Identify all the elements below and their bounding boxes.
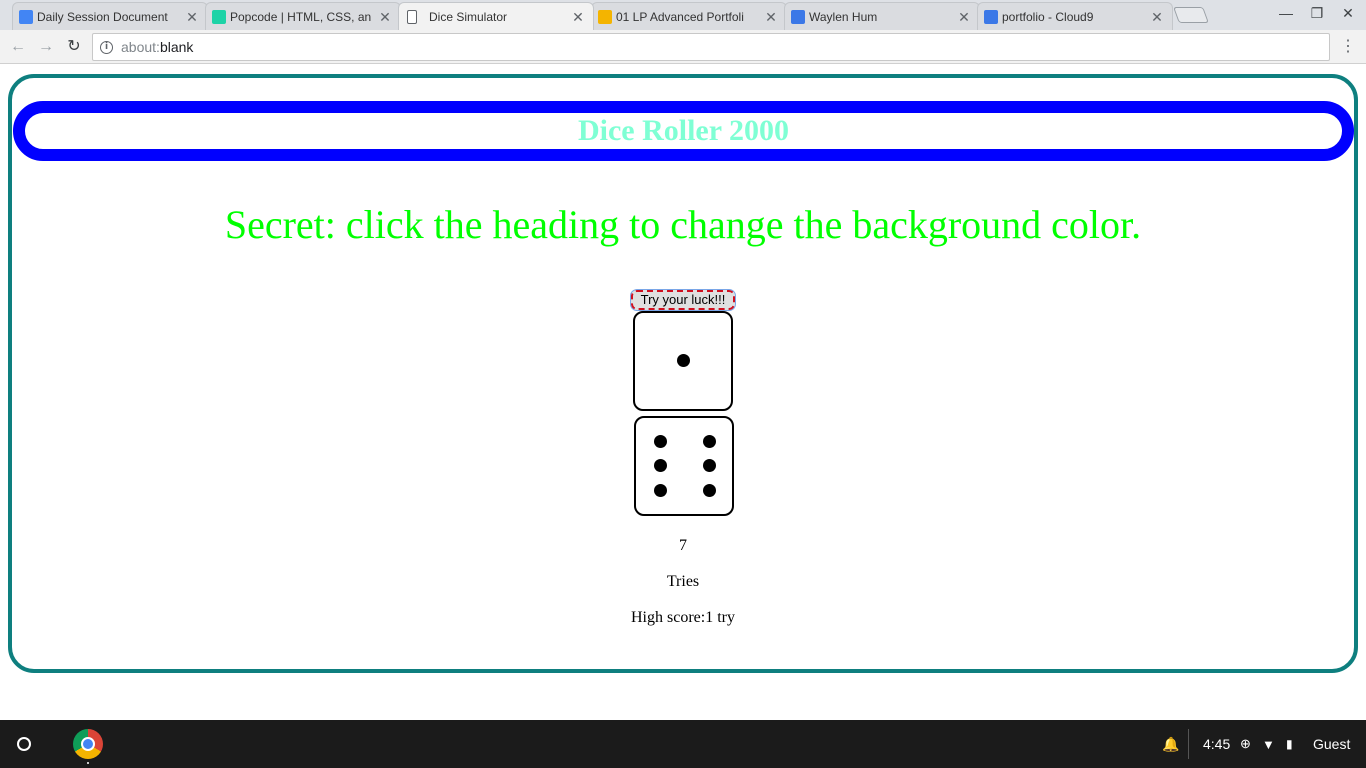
tab-title: portfolio - Cloud9 xyxy=(1002,9,1094,24)
tab-lp-advanced-portfolio[interactable]: 01 LP Advanced Portfoli ✕ xyxy=(591,2,787,30)
user-name[interactable]: Guest xyxy=(1313,720,1350,768)
secret-text: Secret: click the heading to change the … xyxy=(224,202,1142,247)
restore-icon[interactable]: ❐ xyxy=(1307,5,1327,22)
close-icon[interactable]: ✕ xyxy=(571,10,585,24)
die-pip xyxy=(703,435,716,448)
heading-bar[interactable]: Dice Roller 2000 xyxy=(13,101,1354,161)
chrome-icon[interactable] xyxy=(73,729,103,759)
clock[interactable]: 4:45 xyxy=(1203,720,1230,768)
page-icon xyxy=(407,10,417,24)
tab-title: Dice Simulator xyxy=(429,9,508,24)
close-icon[interactable]: ✕ xyxy=(378,10,392,24)
notification-icon[interactable]: 🔔 xyxy=(1162,720,1179,768)
tries-label: Tries xyxy=(666,573,700,590)
docs-icon xyxy=(19,10,33,24)
tab-dice-simulator[interactable]: Dice Simulator ✕ xyxy=(398,2,594,30)
address-bar[interactable]: i about: blank xyxy=(92,33,1330,61)
tab-popcode[interactable]: Popcode | HTML, CSS, an ✕ xyxy=(205,2,401,30)
tab-portfolio-cloud9[interactable]: portfolio - Cloud9 ✕ xyxy=(977,2,1173,30)
page-title[interactable]: Dice Roller 2000 xyxy=(578,114,789,148)
die-pip xyxy=(654,459,667,472)
close-icon[interactable]: ✕ xyxy=(764,10,778,24)
die-pip xyxy=(654,484,667,497)
reload-icon[interactable]: ↻ xyxy=(64,37,84,57)
die-one xyxy=(633,311,733,411)
tab-title: Popcode | HTML, CSS, an xyxy=(230,9,372,24)
forward-icon[interactable]: → xyxy=(36,37,56,57)
die-pip xyxy=(654,435,667,448)
tab-title: Waylen Hum xyxy=(809,9,878,24)
url-scheme: about: xyxy=(121,39,160,55)
minimize-icon[interactable]: — xyxy=(1276,5,1296,21)
info-icon[interactable]: i xyxy=(100,40,113,54)
cloud9-icon xyxy=(791,10,805,24)
die-six xyxy=(634,416,734,516)
slides-icon xyxy=(598,10,612,24)
tab-daily-session-document[interactable]: Daily Session Document ✕ xyxy=(12,2,208,30)
wifi-icon[interactable]: ▼ xyxy=(1262,720,1275,768)
close-icon[interactable]: ✕ xyxy=(185,10,199,24)
menu-icon[interactable]: ⋮ xyxy=(1340,37,1356,57)
close-icon[interactable]: ✕ xyxy=(957,10,971,24)
url-host: blank xyxy=(159,39,194,55)
new-tab-button[interactable] xyxy=(1173,7,1209,23)
tab-title: Daily Session Document xyxy=(37,9,168,24)
browser-toolbar: ← → ↻ i about: blank ⋮ xyxy=(0,30,1366,64)
update-icon[interactable]: ⊕ xyxy=(1240,720,1251,768)
tab-waylen-hum[interactable]: Waylen Hum ✕ xyxy=(784,2,980,30)
dice-total: 7 xyxy=(679,537,687,554)
high-score: High score:1 try xyxy=(631,609,735,626)
die-pip xyxy=(703,459,716,472)
roll-button[interactable]: Try your luck!!! xyxy=(630,289,736,311)
launcher-icon[interactable] xyxy=(17,737,31,751)
popcode-icon xyxy=(212,10,226,24)
tab-strip: Daily Session Document ✕ Popcode | HTML,… xyxy=(0,0,1366,30)
tray-divider xyxy=(1188,729,1189,759)
die-pip xyxy=(677,354,690,367)
close-icon[interactable]: ✕ xyxy=(1150,10,1164,24)
close-window-icon[interactable]: ✕ xyxy=(1338,5,1358,22)
os-shelf: 🔔 4:45 ⊕ ▼ ▮ Guest xyxy=(0,720,1366,768)
battery-icon[interactable]: ▮ xyxy=(1286,720,1293,768)
back-icon[interactable]: ← xyxy=(8,37,28,57)
page-content: Dice Roller 2000 Secret: click the headi… xyxy=(0,65,1366,720)
running-indicator xyxy=(87,762,89,764)
tab-title: 01 LP Advanced Portfoli xyxy=(616,9,744,24)
die-pip xyxy=(703,484,716,497)
cloud9-icon xyxy=(984,10,998,24)
